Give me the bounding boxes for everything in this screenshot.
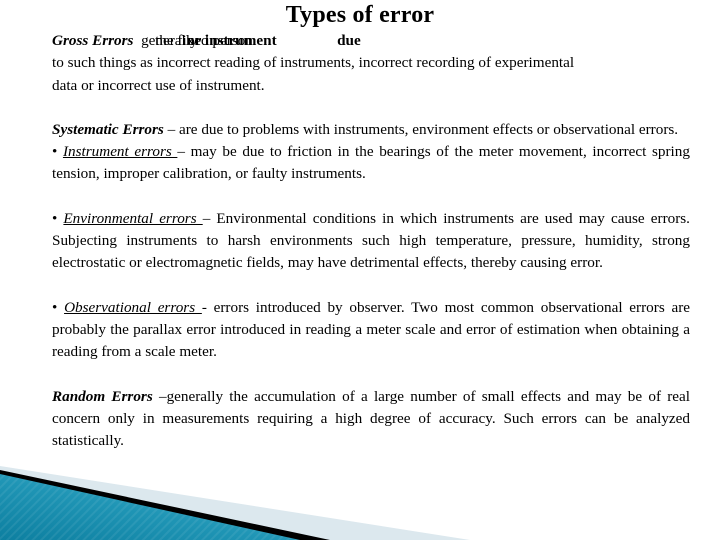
paragraph-gross-errors: Gross Errors generally the fixed person or… (52, 30, 690, 97)
environmental-errors-lead: Environmental errors (63, 209, 203, 227)
overlap-layer-c: or instrument (187, 32, 277, 49)
page-title: Types of error (285, 2, 435, 28)
systematic-errors-body: – are due to problems with instruments, … (163, 120, 679, 138)
paragraph-environmental-errors: • Environmental errors – Environmental c… (52, 208, 690, 275)
banner-black-stripe (0, 470, 330, 540)
gross-errors-overlapped-run: generally the fixed person or instrument du… (141, 30, 361, 52)
bullet-marker: • (52, 209, 64, 227)
systematic-errors-lead: Systematic Errors (52, 120, 164, 138)
bullet-marker: • (52, 143, 63, 161)
gross-errors-line-2: to such things as incorrect reading of i… (52, 54, 575, 72)
corner-banner-decoration (0, 466, 470, 540)
paragraph-random-errors: Random Errors –generally the accumulatio… (52, 386, 690, 453)
observational-errors-lead: Observational errors (64, 298, 202, 316)
paragraph-observational-errors: • Observational errors - errors introduc… (52, 297, 690, 364)
banner-teal-wedge (0, 474, 300, 540)
paragraph-instrument-errors: • Instrument errors – may be due to fric… (52, 141, 690, 186)
slide-canvas: Types of error Gross Errors generally the… (0, 0, 720, 540)
overlap-layer-d: due (337, 32, 361, 49)
random-errors-lead: Random Errors (52, 387, 153, 405)
paragraph-systematic-errors: Systematic Errors – are due to problems … (52, 119, 690, 141)
instrument-errors-lead: Instrument errors (62, 143, 178, 161)
bullet-marker: • (52, 298, 65, 316)
slide-body: Gross Errors generally the fixed person or… (52, 30, 690, 452)
gross-errors-lead: Gross Errors (52, 32, 134, 49)
gross-errors-line-3: data or incorrect use of instrument. (52, 76, 265, 94)
banner-teal-texture (0, 474, 300, 540)
banner-pale-band (0, 466, 470, 540)
